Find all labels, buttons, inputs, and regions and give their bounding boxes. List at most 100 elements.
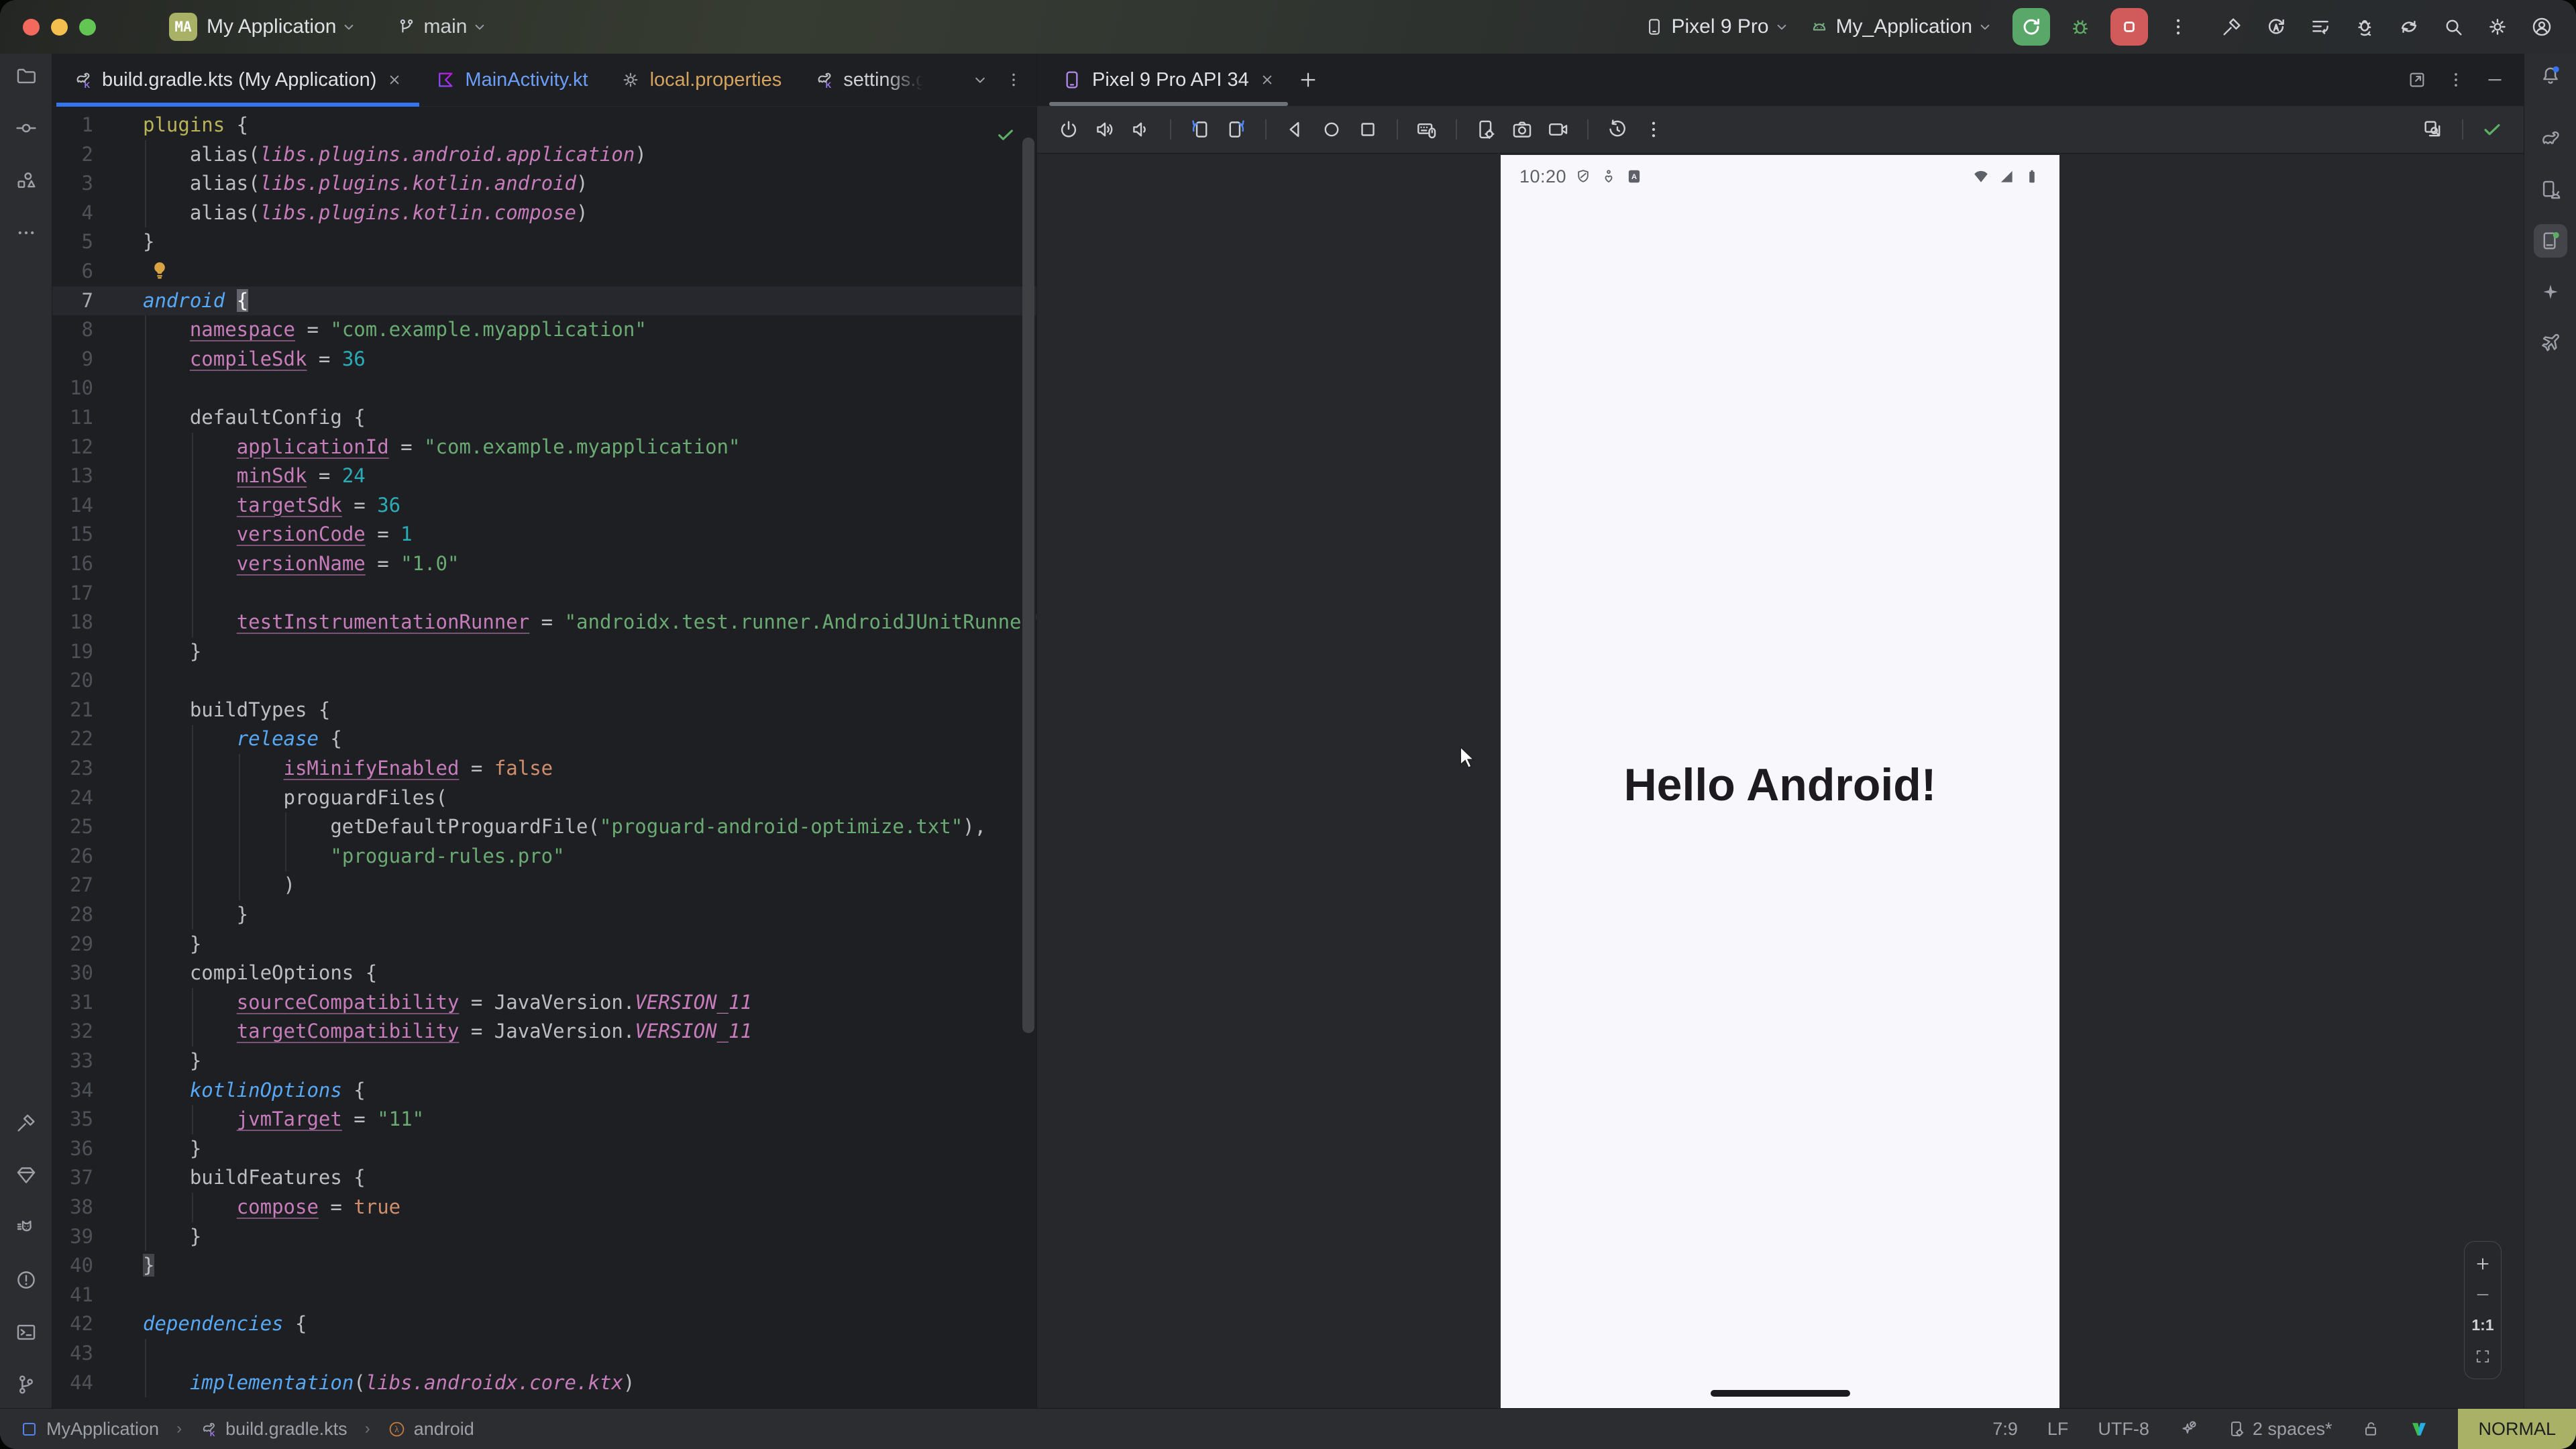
screenshot-test-search-icon[interactable] [2422,118,2445,141]
emulator-screen[interactable]: 10:20 A Hello Android! [1501,155,2059,1409]
settings-gear-icon[interactable] [2486,15,2509,38]
notifications-bell-icon[interactable] [2539,64,2562,87]
lambda-icon: λ [388,1420,406,1438]
project-tool-icon[interactable] [15,64,38,87]
services-gem-icon[interactable] [15,1164,38,1187]
code-line: 6 [52,257,1036,286]
svg-text:A: A [1631,173,1637,181]
add-device-tab-icon[interactable] [1297,69,1319,91]
zoom-window-button[interactable] [79,19,96,36]
device-tab[interactable]: Pixel 9 Pro API 34 [1049,54,1288,106]
device-selector[interactable]: Pixel 9 Pro [1644,15,1790,38]
device-settings-icon[interactable] [1474,118,1497,141]
screenshot-camera-icon[interactable] [1511,118,1534,141]
more-tools-icon[interactable] [15,221,38,244]
search-everywhere-icon[interactable] [2442,15,2465,38]
running-devices-icon[interactable] [2534,224,2567,258]
rotate-left-icon[interactable] [1189,118,1212,141]
structure-tool-icon[interactable] [15,169,38,192]
volume-down-icon[interactable] [1130,118,1152,141]
gradle-tool-icon[interactable] [2539,127,2562,150]
sync-project-icon[interactable] [2398,15,2420,38]
vim-mode-badge[interactable]: NORMAL [2458,1409,2576,1449]
open-in-window-icon[interactable] [2407,70,2427,90]
quickfix-lightbulb-icon[interactable] [148,259,171,282]
more-actions-kebab-icon[interactable] [2167,15,2190,38]
editor-options-kebab-icon[interactable] [1004,70,1023,89]
close-device-tab-icon[interactable] [1258,71,1276,89]
debug-button[interactable] [2069,15,2092,38]
device-more-kebab-icon[interactable] [1642,118,1665,141]
breadcrumb-project[interactable]: MyApplication [46,1419,159,1440]
android-overview-icon[interactable] [1356,118,1379,141]
run-configuration-selector[interactable]: My_Application [1809,15,1994,38]
file-encoding[interactable]: UTF-8 [2098,1419,2149,1440]
version-control-icon[interactable] [15,1373,38,1396]
zoom-fit-icon[interactable] [2474,1348,2491,1365]
project-selector[interactable]: My Application [207,15,358,38]
code-line: 2 alias(libs.plugins.android.application… [52,140,1036,170]
indent-widget[interactable]: 2 spaces* [2227,1419,2332,1440]
rerun-button[interactable] [2012,8,2050,46]
hide-panel-icon[interactable] [2485,70,2505,90]
rotate-right-icon[interactable] [1225,118,1248,141]
zoom-controls: 1:1 [2464,1241,2502,1379]
zoom-in-icon[interactable] [2474,1255,2491,1273]
code-line: 34 kotlinOptions { [52,1076,1036,1106]
close-tab-icon[interactable] [386,71,403,89]
svg-text:K: K [85,80,91,90]
hidden-tabs-chevron-icon[interactable] [971,70,989,89]
code-line: 14 targetSdk = 36 [52,491,1036,521]
android-home-icon[interactable] [1320,118,1343,141]
attach-debugger-icon[interactable] [2353,15,2376,38]
close-window-button[interactable] [23,19,40,36]
commit-tool-icon[interactable] [15,117,38,140]
lock-open-icon[interactable] [2361,1419,2380,1438]
tab-local-properties[interactable]: local.properties [604,54,798,106]
tab-settings-gradle[interactable]: K settings.g [798,54,943,106]
apply-changes-icon[interactable] [2265,15,2288,38]
device-manager-icon[interactable] [2539,178,2562,201]
airplane-icon[interactable] [2539,331,2562,354]
line-number: 10 [52,374,143,403]
panel-options-kebab-icon[interactable] [2446,70,2466,90]
code-editor[interactable]: 1plugins {2 alias(libs.plugins.android.a… [52,107,1036,1408]
inspections-ok-icon[interactable] [995,124,1016,146]
build-hammer-icon[interactable] [2220,15,2243,38]
power-button-icon[interactable] [1057,118,1080,141]
account-avatar-icon[interactable] [2530,15,2553,38]
logcat-cat-icon[interactable] [15,1216,38,1239]
minimize-window-button[interactable] [51,19,68,36]
line-number: 39 [52,1222,143,1252]
code-line: 7android { [52,286,1036,316]
breadcrumb-element[interactable]: android [414,1419,474,1440]
breadcrumb-file[interactable]: build.gradle.kts [225,1419,347,1440]
line-separator[interactable]: LF [2047,1419,2069,1440]
android-back-icon[interactable] [1284,118,1307,141]
editor-tab-bar: K build.gradle.kts (My Application) Main… [52,54,1036,107]
tab-build-gradle[interactable]: K build.gradle.kts (My Application) [56,54,419,106]
build-tool-icon[interactable] [15,1112,38,1134]
zoom-actual-size[interactable]: 1:1 [2471,1316,2493,1334]
branch-selector[interactable]: main [396,15,488,38]
problems-icon[interactable] [15,1269,38,1291]
terminal-icon[interactable] [15,1321,38,1344]
ideavim-icon[interactable] [2410,1419,2428,1438]
gesture-navigation-handle[interactable] [1711,1390,1850,1397]
hardware-input-icon[interactable] [1415,118,1438,141]
tab-mainactivity[interactable]: MainActivity.kt [419,54,604,106]
line-number: 40 [52,1251,143,1281]
editor-scrollbar[interactable] [1022,138,1034,1033]
gemini-sparkle-icon[interactable] [2539,280,2562,303]
screen-record-icon[interactable] [1547,118,1570,141]
volume-up-icon[interactable] [1093,118,1116,141]
caret-position[interactable]: 7:9 [1992,1419,2018,1440]
ai-sparkle-off-icon[interactable] [2179,1419,2198,1438]
reset-device-view-icon[interactable] [1606,118,1629,141]
code-line: 39 } [52,1222,1036,1252]
zoom-out-icon[interactable] [2474,1286,2491,1303]
stop-button[interactable] [2110,8,2148,46]
line-number: 14 [52,491,143,521]
device-toolbar [1037,106,2524,154]
profiler-icon[interactable] [2309,15,2332,38]
